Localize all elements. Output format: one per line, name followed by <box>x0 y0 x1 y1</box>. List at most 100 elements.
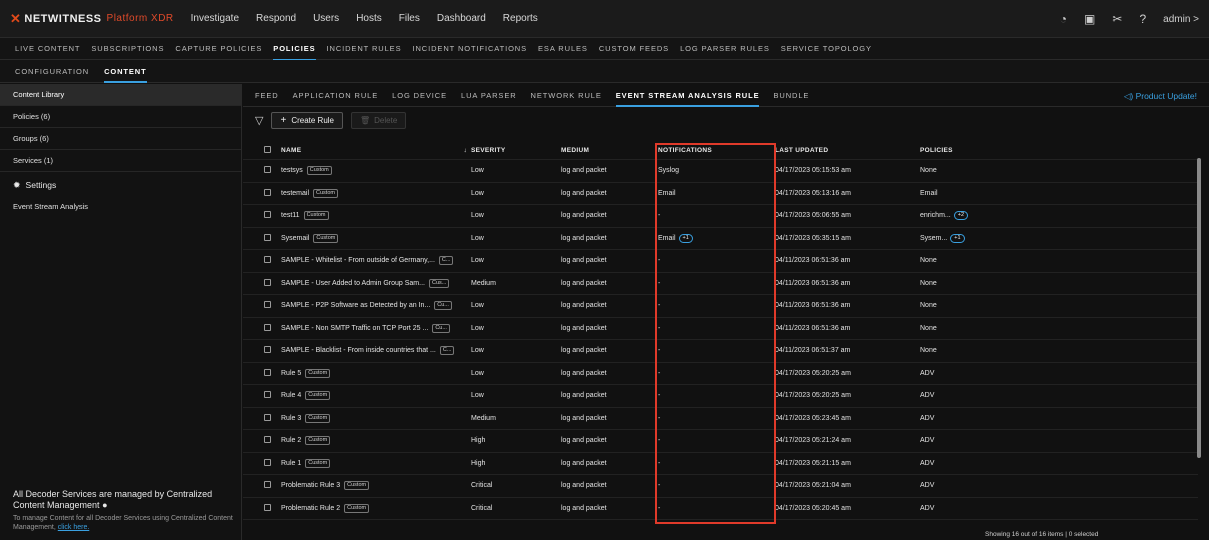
rule-name-cell[interactable]: SAMPLE - Blacklist - From inside countri… <box>267 346 467 356</box>
policies-cell: None <box>920 167 937 175</box>
last-updated-cell: 04/11/2023 06:51:37 am <box>775 347 851 355</box>
rule-name-cell[interactable]: Problematic Rule 2 Custom <box>267 503 467 513</box>
medium-cell: log and packet <box>561 212 607 220</box>
severity-cell: Low <box>471 347 484 355</box>
rule-name-cell[interactable]: Rule 3 Custom <box>267 413 467 423</box>
rule-name-cell[interactable]: SAMPLE - Non SMTP Traffic on TCP Port 25… <box>267 323 467 333</box>
nav-hosts[interactable]: Hosts <box>356 13 382 24</box>
tab-network-rule[interactable]: NETWORK RULE <box>531 85 602 106</box>
delete-button[interactable]: 🗑 Delete <box>351 111 407 129</box>
column-header-medium[interactable]: MEDIUM <box>561 147 655 154</box>
rule-name-cell[interactable]: SAMPLE - User Added to Admin Group Sam..… <box>267 278 467 288</box>
filter-icon[interactable]: ▽ <box>255 114 263 127</box>
plus-icon: + <box>280 114 287 126</box>
user-menu[interactable]: admin > <box>1163 14 1199 25</box>
tab-event-stream-analysis-rule[interactable]: EVENT STREAM ANALYSIS RULE <box>615 85 760 107</box>
subnav-esa-rules[interactable]: ESA RULES <box>538 39 588 58</box>
rule-name-cell[interactable]: SAMPLE - P2P Software as Detected by an … <box>267 301 467 311</box>
trash-icon: 🗑 <box>360 115 371 125</box>
nav-reports[interactable]: Reports <box>503 13 538 24</box>
tasks-icon[interactable]: ▣ <box>1084 12 1095 26</box>
policies-cell: None <box>920 347 937 355</box>
brand-name: NETWITNESS <box>24 12 102 25</box>
nav-dashboard[interactable]: Dashboard <box>437 13 486 24</box>
table-scrollbar[interactable] <box>1197 158 1201 458</box>
severity-cell: Medium <box>471 279 496 287</box>
rule-name: Sysemail <box>281 234 310 242</box>
rule-name-cell[interactable]: Problematic Rule 3 Custom <box>267 481 467 491</box>
last-updated-cell: 04/11/2023 06:51:36 am <box>775 279 851 287</box>
last-updated-cell: 04/17/2023 05:21:15 am <box>775 459 851 467</box>
custom-tag: Custom <box>344 503 370 513</box>
severity-cell: Low <box>471 167 484 175</box>
severity-cell: Low <box>471 392 484 400</box>
tab-configuration[interactable]: CONFIGURATION <box>15 62 89 81</box>
subnav-capture-policies[interactable]: CAPTURE POLICIES <box>175 39 262 58</box>
more-count-badge[interactable]: +2 <box>953 211 969 221</box>
policies-cell: None <box>920 324 937 332</box>
column-header-last-updated[interactable]: LAST UPDATED <box>775 147 920 154</box>
rule-name-cell[interactable]: Sysemail Custom <box>267 233 467 243</box>
severity-cell: Low <box>471 369 484 377</box>
nav-users[interactable]: Users <box>313 13 339 24</box>
subnav-policies[interactable]: POLICIES <box>273 39 316 61</box>
column-header-policies[interactable]: POLICIES <box>920 147 1060 154</box>
tools-icon[interactable]: ✂ <box>1112 12 1122 26</box>
policies-cell: ADV <box>920 459 935 467</box>
nav-files[interactable]: Files <box>399 13 420 24</box>
netwitness-logo-icon: ✕ <box>10 10 22 26</box>
rule-name-cell[interactable]: test11 Custom <box>267 211 467 221</box>
create-rule-button[interactable]: + Create Rule <box>271 111 343 129</box>
sidebar-item-services[interactable]: Services (1) <box>0 150 241 172</box>
medium-cell: log and packet <box>561 234 607 242</box>
rule-name-cell[interactable]: Rule 2 Custom <box>267 436 467 446</box>
subnav-subscriptions[interactable]: SUBSCRIPTIONS <box>91 39 164 58</box>
subnav-incident-rules[interactable]: INCIDENT RULES <box>327 39 402 58</box>
nav-respond[interactable]: Respond <box>256 13 296 24</box>
table-status: Showing 16 out of 16 items | 0 selected <box>985 531 1099 538</box>
help-icon[interactable]: ? <box>1139 12 1146 26</box>
subnav-service-topology[interactable]: SERVICE TOPOLOGY <box>781 39 872 58</box>
tab-application-rule[interactable]: APPLICATION RULE <box>293 85 379 106</box>
last-updated-cell: 04/11/2023 06:51:36 am <box>775 324 851 332</box>
rule-name: Rule 1 <box>281 459 302 467</box>
sidebar-item-groups[interactable]: Groups (6) <box>0 128 241 150</box>
rule-name-cell[interactable]: Rule 4 Custom <box>267 391 467 401</box>
policies-cell: None <box>920 257 937 265</box>
more-count-badge[interactable]: +1 <box>950 233 965 243</box>
policies-cell: enrichm... +2 <box>920 211 1060 221</box>
tab-feed[interactable]: FEED <box>255 85 279 106</box>
tab-log-device[interactable]: LOG DEVICE <box>392 85 447 106</box>
sidebar-item-policies[interactable]: Policies (6) <box>0 106 241 128</box>
rule-name-cell[interactable]: SAMPLE - Whitelist - From outside of Ger… <box>267 256 467 266</box>
ccm-click-here-link[interactable]: click here. <box>58 524 90 531</box>
rule-name: SAMPLE - User Added to Admin Group Sam..… <box>281 279 425 287</box>
sidebar-item-event-stream-analysis[interactable]: Event Stream Analysis <box>0 196 241 216</box>
rule-name-cell[interactable]: Rule 5 Custom <box>267 368 467 378</box>
subnav-log-parser-rules[interactable]: LOG PARSER RULES <box>680 39 770 58</box>
tab-bundle[interactable]: BUNDLE <box>773 85 809 106</box>
column-header-severity[interactable]: SEVERITY <box>467 147 561 154</box>
rule-name: Problematic Rule 3 <box>281 482 341 490</box>
logo[interactable]: ✕ NETWITNESS Platform XDR <box>10 11 174 27</box>
tab-lua-parser[interactable]: LUA PARSER <box>461 85 517 106</box>
rule-name-cell[interactable]: Rule 1 Custom <box>267 458 467 468</box>
tab-content[interactable]: CONTENT <box>104 62 147 83</box>
medium-cell: log and packet <box>561 392 607 400</box>
timer-icon[interactable]: ◔ <box>1060 12 1067 26</box>
product-update-link[interactable]: ◁) Product Update! <box>1124 91 1197 102</box>
sidebar-item-content-library[interactable]: Content Library <box>0 84 241 106</box>
rule-name: Rule 4 <box>281 392 302 400</box>
subnav-live-content[interactable]: LIVE CONTENT <box>15 39 80 58</box>
medium-cell: log and packet <box>561 189 607 197</box>
column-header-name[interactable]: NAME ↓ <box>267 147 467 154</box>
nav-investigate[interactable]: Investigate <box>191 13 239 24</box>
policies-cell: None <box>920 302 937 310</box>
custom-tag: Cu... <box>434 301 452 311</box>
last-updated-cell: 04/17/2023 05:06:55 am <box>775 212 851 220</box>
custom-tag: Custom <box>305 391 331 401</box>
rule-name-cell[interactable]: testemail Custom <box>267 188 467 198</box>
subnav-incident-notifications[interactable]: INCIDENT NOTIFICATIONS <box>413 39 528 58</box>
rule-name-cell[interactable]: testsys Custom <box>267 166 467 176</box>
subnav-custom-feeds[interactable]: CUSTOM FEEDS <box>599 39 669 58</box>
